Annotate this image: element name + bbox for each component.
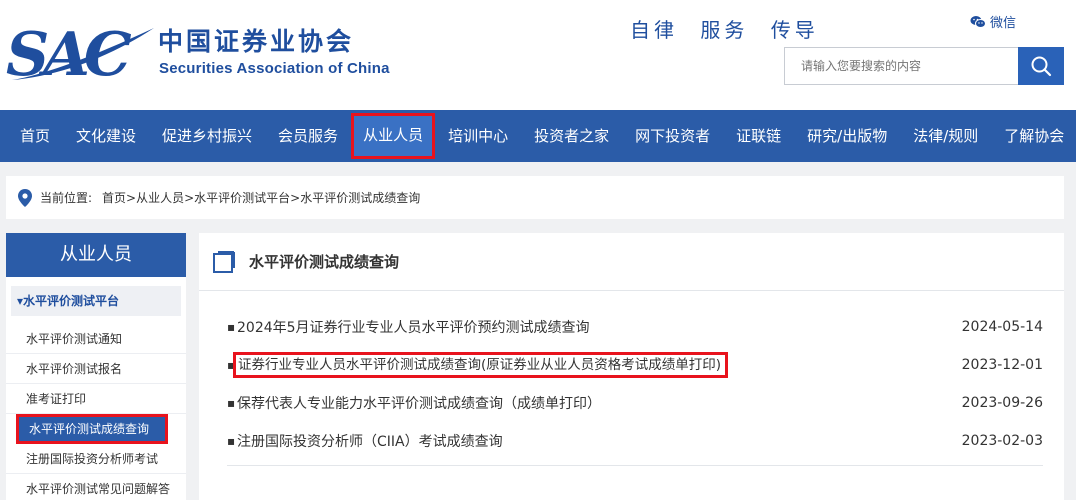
breadcrumb-label: 当前位置: <box>40 191 93 205</box>
wechat-icon <box>970 15 986 28</box>
sidebar-item[interactable]: 准考证打印 <box>6 384 186 414</box>
sidebar-item[interactable]: 水平评价测试成绩查询 <box>16 414 168 444</box>
content-panel: 水平评价测试成绩查询 ▪ 2024年5月证券行业专业人员水平评价预约测试成绩查询 2… <box>199 233 1064 500</box>
sac-logo[interactable]: SAC 中国证券业协会 Securities Association of Ch… <box>6 20 416 90</box>
sidebar-item[interactable]: 水平评价测试常见问题解答 <box>6 474 186 500</box>
list-item: ▪ 保荐代表人专业能力水平评价测试成绩查询（成绩单打印） 2023-09-26 <box>227 384 1043 422</box>
list-item-link[interactable]: 保荐代表人专业能力水平评价测试成绩查询（成绩单打印） <box>237 393 601 413</box>
list-item-link[interactable]: 注册国际投资分析师（CIIA）考试成绩查询 <box>237 431 503 451</box>
content-header: 水平评价测试成绩查询 <box>199 233 1064 291</box>
logo-english-name: Securities Association of China <box>159 60 390 77</box>
nav-item[interactable]: 法律/规则 <box>900 110 991 162</box>
list-item-link[interactable]: 2024年5月证券行业专业人员水平评价预约测试成绩查询 <box>237 317 590 337</box>
list-item-date: 2023-02-03 <box>961 433 1043 449</box>
sidebar-item[interactable]: 注册国际投资分析师考试 <box>6 444 186 474</box>
nav-item[interactable]: 网下投资者 <box>622 110 723 162</box>
nav-item[interactable]: 会员服务 <box>265 110 351 162</box>
main-nav: 首页 文化建设 促进乡村振兴 会员服务 从业人员 培训中心 投资者之家 网下投资者 证联链 研究/… <box>0 110 1076 162</box>
nav-item[interactable]: 证联链 <box>723 110 794 162</box>
search-icon <box>1031 56 1052 77</box>
nav-item[interactable]: 了解协会 <box>991 110 1076 162</box>
search-input[interactable] <box>784 47 1019 85</box>
sidebar: 从业人员 ▾水平评价测试平台 水平评价测试通知 水平评价测试报名 准考证打印 水平评价… <box>6 233 186 500</box>
page-title: 水平评价测试成绩查询 <box>249 253 400 271</box>
document-icon <box>213 250 235 273</box>
sidebar-item[interactable]: 水平评价测试通知 <box>6 324 186 354</box>
nav-item[interactable]: 促进乡村振兴 <box>149 110 265 162</box>
wechat-link[interactable]: 微信 <box>970 12 1016 31</box>
list-item-link[interactable]: 证券行业专业人员水平评价测试成绩查询(原证券业从业人员资格考试成绩单打印) <box>233 352 729 378</box>
location-pin-icon <box>18 188 32 207</box>
logo-chinese-name: 中国证券业协会 <box>158 27 355 56</box>
breadcrumb: 当前位置: 首页>从业人员>水平评价测试平台>水平评价测试成绩查询 <box>6 176 1064 219</box>
nav-item[interactable]: 文化建设 <box>63 110 149 162</box>
nav-item[interactable]: 培训中心 <box>435 110 521 162</box>
list-item-date: 2023-12-01 <box>961 357 1043 373</box>
site-header: SAC 中国证券业协会 Securities Association of Ch… <box>0 0 1076 110</box>
logo-letters: SAC <box>6 20 132 90</box>
list-item-date: 2024-05-14 <box>961 319 1043 335</box>
sidebar-category[interactable]: ▾水平评价测试平台 <box>11 286 181 316</box>
bullet-icon: ▪ <box>227 320 236 334</box>
wechat-label: 微信 <box>990 16 1017 31</box>
nav-item[interactable]: 首页 <box>7 110 63 162</box>
list-item-date: 2023-09-26 <box>961 395 1043 411</box>
bullet-icon: ▪ <box>227 434 236 448</box>
sidebar-title: 从业人员 <box>6 233 186 277</box>
nav-item[interactable]: 从业人员 <box>351 113 436 159</box>
list-item: ▪ 注册国际投资分析师（CIIA）考试成绩查询 2023-02-03 <box>227 422 1043 460</box>
list-item: ▪ 2024年5月证券行业专业人员水平评价预约测试成绩查询 2024-05-14 <box>227 308 1043 346</box>
sidebar-list: 水平评价测试通知 水平评价测试报名 准考证打印 水平评价测试成绩查询 注册国际投资分析师… <box>6 324 186 500</box>
result-list: ▪ 2024年5月证券行业专业人员水平评价预约测试成绩查询 2024-05-14 ▪ 证… <box>227 308 1043 460</box>
site-slogan: 自律 服务 传导 <box>630 18 819 42</box>
breadcrumb-path[interactable]: 首页>从业人员>水平评价测试平台>水平评价测试成绩查询 <box>102 189 420 206</box>
sidebar-item[interactable]: 水平评价测试报名 <box>6 354 186 384</box>
nav-item[interactable]: 投资者之家 <box>521 110 622 162</box>
list-item: ▪ 证券行业专业人员水平评价测试成绩查询(原证券业从业人员资格考试成绩单打印) 20… <box>227 346 1043 384</box>
search-button[interactable] <box>1018 47 1064 85</box>
list-divider <box>227 465 1043 466</box>
nav-item[interactable]: 研究/出版物 <box>794 110 900 162</box>
bullet-icon: ▪ <box>227 396 236 410</box>
